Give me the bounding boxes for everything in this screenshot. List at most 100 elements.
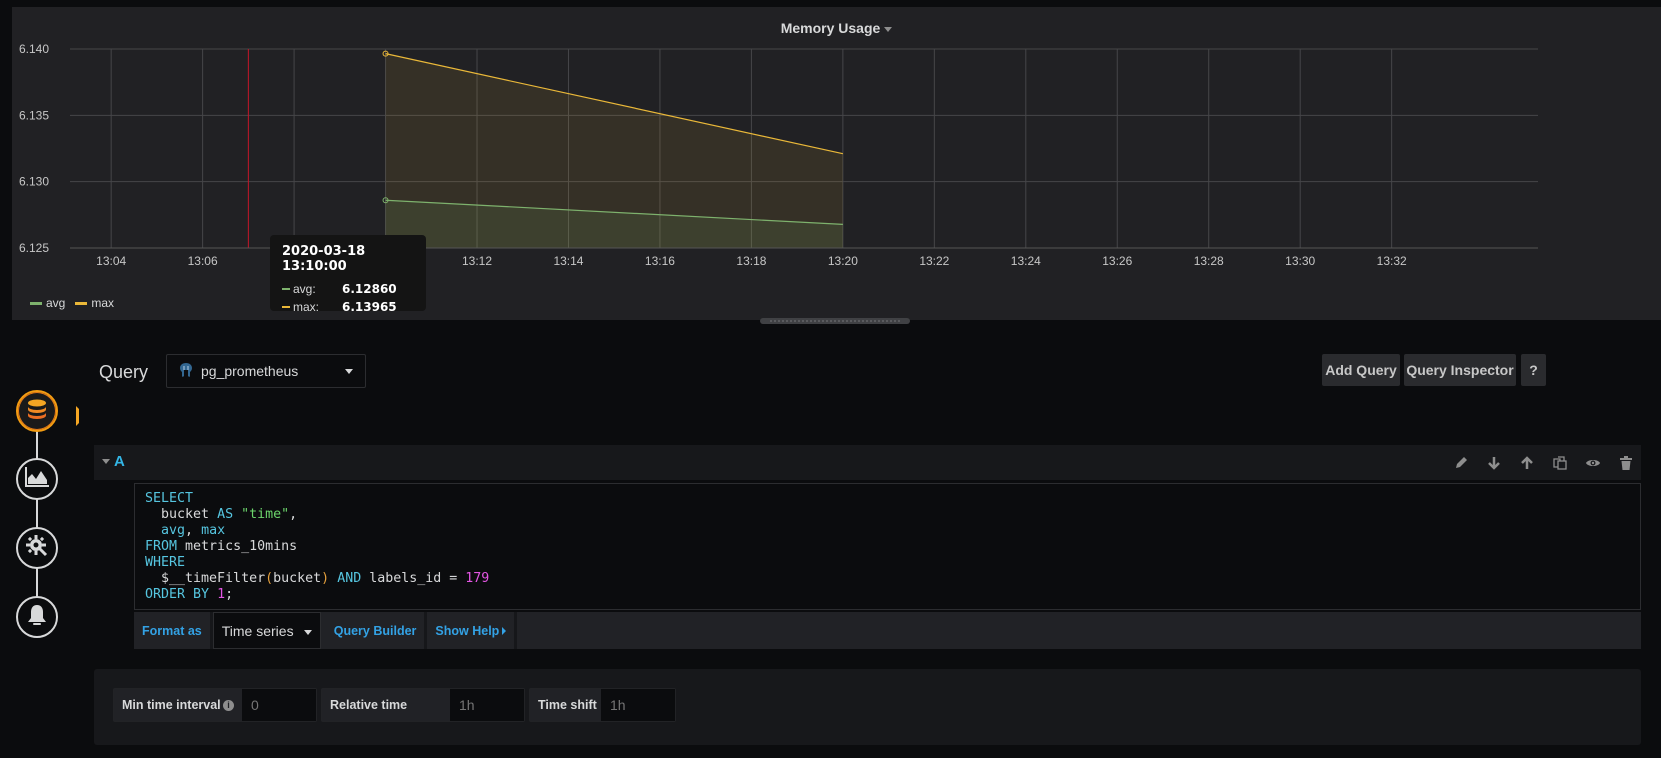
format-as-value: Time series [221, 622, 294, 639]
sql-token: bucket [145, 507, 218, 522]
relative-time-input[interactable] [450, 689, 524, 721]
x-tick-label: 13:22 [919, 254, 949, 268]
caret-right-icon [502, 626, 507, 635]
sql-token: FROM [145, 539, 178, 554]
rail-item-general[interactable] [16, 527, 58, 569]
tooltip-swatch-max [282, 306, 290, 308]
x-tick-label: 13:04 [96, 254, 126, 268]
legend-item-max[interactable]: max [75, 296, 114, 310]
graph-panel: Memory Usage 6.140 6.135 6.130 6.125 13:04 13… [12, 7, 1661, 320]
sql-line[interactable]: bucket AS "time", [145, 507, 1630, 523]
panel-resize-handle[interactable] [760, 318, 910, 324]
datasource-picker[interactable]: pg_prometheus [166, 354, 366, 388]
sql-token: , [289, 507, 298, 522]
query-editor: Query pg_prometheus Add Query Query Insp… [79, 347, 1653, 758]
min-time-interval-group: Min time interval i [113, 688, 317, 722]
legend-swatch-max [75, 301, 88, 305]
sql-editor[interactable]: SELECT bucket AS "time", avg, max FROM me… [134, 483, 1641, 610]
sql-token: avg [161, 523, 186, 538]
sql-token: AS [217, 507, 234, 522]
tooltip-swatch-avg [282, 288, 290, 290]
query-ref-id[interactable]: A [114, 453, 125, 470]
tooltip-row-max: max: 6.13965 [282, 298, 414, 316]
query-inspector-button[interactable]: Query Inspector [1404, 354, 1516, 386]
caret-down-icon [303, 630, 312, 635]
x-tick-label: 13:28 [1194, 254, 1224, 268]
arrow-up-icon[interactable] [1517, 453, 1536, 472]
sql-token: ) [321, 571, 330, 586]
trash-icon[interactable] [1616, 453, 1635, 472]
x-tick-label: 13:20 [828, 254, 858, 268]
show-help-label: Show Help [435, 623, 500, 638]
x-tick-label: 13:16 [645, 254, 675, 268]
collapse-caret-icon[interactable] [102, 459, 110, 464]
format-bar-filler [517, 612, 1641, 649]
sql-line[interactable]: ORDER BY 1; [145, 587, 1630, 603]
x-tick-label: 13:12 [462, 254, 492, 268]
sql-line[interactable]: $__timeFilter(bucket) AND labels_id = 17… [145, 571, 1630, 587]
legend-item-avg[interactable]: avg [30, 296, 65, 310]
sql-token: ORDER BY [145, 587, 210, 602]
postgres-icon [179, 362, 193, 381]
time-shift-input[interactable] [601, 689, 675, 721]
query-row-header[interactable]: A [94, 445, 1641, 480]
tooltip-value-max: 6.13965 [342, 300, 397, 314]
legend-label-max[interactable]: max [91, 296, 114, 310]
tooltip-time: 2020-03-18 13:10:00 [282, 244, 366, 274]
datasource-name: pg_prometheus [201, 363, 299, 379]
y-tick-label: 6.135 [19, 108, 49, 122]
sql-token: ( [265, 571, 274, 586]
chart-legend: avg max [30, 296, 114, 310]
query-options: Min time interval i Relative time Time s… [94, 669, 1641, 745]
add-query-button[interactable]: Add Query [1322, 354, 1400, 386]
sql-token: WHERE [145, 555, 186, 570]
sql-token: "time" [241, 507, 290, 522]
query-format-bar: Format as Time series Query Builder Show… [134, 612, 1641, 649]
memory-usage-chart[interactable]: 6.140 6.135 6.130 6.125 13:04 13:06 13:12 13:14… [12, 7, 1661, 320]
x-tick-label: 13:32 [1377, 254, 1407, 268]
min-time-interval-text: Min time interval [122, 698, 221, 712]
chart-area-icon [24, 466, 50, 493]
sql-line[interactable]: WHERE [145, 555, 1630, 571]
sql-token: AND [337, 571, 362, 586]
sql-token: , [185, 523, 202, 538]
rail-item-queries[interactable] [16, 390, 86, 432]
rail-item-alert[interactable] [16, 596, 58, 638]
sql-line[interactable]: FROM metrics_10mins [145, 539, 1630, 555]
sql-token: ; [225, 587, 234, 602]
cog-wrench-icon [25, 534, 49, 563]
sql-line[interactable]: SELECT [145, 491, 1630, 507]
time-shift-group: Time shift [529, 688, 676, 722]
sql-token: labels_id = [361, 571, 466, 586]
sql-line[interactable]: avg, max [145, 523, 1630, 539]
pencil-icon[interactable] [1451, 453, 1470, 472]
y-tick-label: 6.125 [19, 241, 49, 255]
x-tick-label: 13:18 [736, 254, 766, 268]
copy-icon[interactable] [1550, 453, 1569, 472]
format-as-select[interactable]: Time series [212, 612, 321, 649]
legend-label-avg[interactable]: avg [46, 296, 65, 310]
tooltip-label-max: max: [293, 300, 320, 314]
x-tick-label: 13:14 [553, 254, 583, 268]
arrow-down-icon[interactable] [1484, 453, 1503, 472]
database-icon [26, 398, 48, 425]
query-builder-button[interactable]: Query Builder [325, 612, 428, 649]
rail-item-visualization[interactable] [16, 458, 58, 500]
eye-icon[interactable] [1583, 453, 1602, 472]
info-icon[interactable]: i [223, 699, 234, 711]
sql-token: metrics_10mins [177, 539, 298, 554]
min-time-interval-label: Min time interval i [114, 689, 242, 721]
x-tick-label: 13:26 [1102, 254, 1132, 268]
show-help-button[interactable]: Show Help [427, 612, 518, 649]
sql-token: 1 [217, 587, 226, 602]
help-button[interactable]: ? [1521, 354, 1546, 386]
sql-token: bucket [273, 571, 322, 586]
x-tick-label: 13:06 [188, 254, 218, 268]
tooltip-value-avg: 6.12860 [342, 282, 397, 296]
min-time-interval-input[interactable] [242, 689, 316, 721]
query-row-actions [1451, 445, 1635, 480]
time-shift-label: Time shift [530, 689, 601, 721]
